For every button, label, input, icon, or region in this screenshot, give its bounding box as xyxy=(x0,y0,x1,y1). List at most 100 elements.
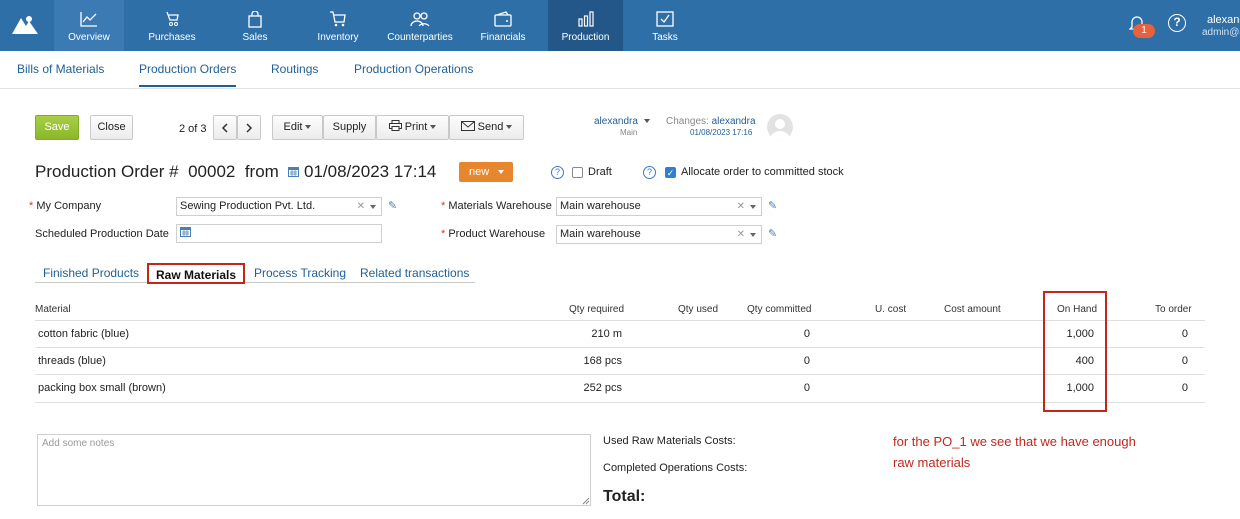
checkbox-icon xyxy=(630,0,700,32)
tab-finished-products[interactable]: Finished Products xyxy=(43,266,139,280)
divider xyxy=(35,347,1205,348)
print-menu-button[interactable]: Print xyxy=(376,115,449,140)
cart-icon xyxy=(303,0,373,32)
printer-icon xyxy=(388,120,402,131)
page-title: Production Order # 00002 from 01/08/2023… xyxy=(35,162,436,182)
nav-inventory[interactable]: Inventory xyxy=(303,0,373,51)
column-header-qty-committed[interactable]: Qty committed xyxy=(747,304,811,315)
my-company-label: * My Company xyxy=(29,200,102,212)
nav-label: Counterparties xyxy=(387,32,453,43)
wallet-icon xyxy=(468,0,538,32)
column-header-qty-required[interactable]: Qty required xyxy=(569,304,624,315)
pencil-icon[interactable]: ✎ xyxy=(768,199,777,212)
qty-required-cell: 252 pcs xyxy=(583,382,622,394)
nav-label: Financials xyxy=(480,32,526,43)
qty-required-cell: 210 m xyxy=(591,328,622,340)
column-header-cost-amount[interactable]: Cost amount xyxy=(944,304,1001,315)
completed-costs-label: Completed Operations Costs: xyxy=(603,462,748,474)
annotation-line-2: raw materials xyxy=(893,455,971,470)
next-button[interactable] xyxy=(237,115,261,140)
title-from: from xyxy=(244,162,279,181)
column-header-material[interactable]: Material xyxy=(35,304,71,315)
changes-date: 01/08/2023 17:16 xyxy=(690,128,753,137)
nav-overview[interactable]: Overview xyxy=(54,0,124,51)
close-button[interactable]: Close xyxy=(90,115,133,140)
materials-warehouse-select[interactable]: Main warehouse ✕ xyxy=(556,197,762,216)
send-label: Send xyxy=(477,121,504,133)
notes-textarea[interactable] xyxy=(37,434,591,506)
scheduled-date-input[interactable] xyxy=(176,224,382,243)
owner-selector[interactable]: alexandra xyxy=(594,116,650,127)
product-warehouse-select[interactable]: Main warehouse ✕ xyxy=(556,225,762,244)
user-email: admin@a xyxy=(1202,27,1240,38)
order-number[interactable]: 00002 xyxy=(188,162,235,181)
shopping-bag-icon xyxy=(137,0,207,32)
order-date[interactable]: 01/08/2023 17:14 xyxy=(304,162,436,181)
nav-label: Sales xyxy=(242,32,268,43)
resize-handle-icon[interactable] xyxy=(582,497,590,505)
subnav-routings[interactable]: Routings xyxy=(271,62,318,76)
nav-production[interactable]: Production xyxy=(548,0,623,51)
chevron-down-icon[interactable] xyxy=(750,205,756,209)
used-costs-label: Used Raw Materials Costs: xyxy=(603,435,736,447)
clear-icon[interactable]: ✕ xyxy=(737,226,745,243)
nav-purchases[interactable]: Purchases xyxy=(137,0,207,51)
draft-checkbox[interactable] xyxy=(572,167,583,178)
subnav-bills-of-materials[interactable]: Bills of Materials xyxy=(17,62,104,76)
help-circle-icon[interactable]: ? xyxy=(643,166,656,179)
chevron-down-icon[interactable] xyxy=(750,233,756,237)
chevron-down-icon[interactable] xyxy=(370,205,376,209)
material-cell: threads (blue) xyxy=(38,355,106,367)
tab-related-transactions[interactable]: Related transactions xyxy=(360,266,469,280)
envelope-icon xyxy=(460,121,475,131)
chevron-down-icon xyxy=(643,119,650,124)
clear-icon[interactable]: ✕ xyxy=(357,198,365,215)
my-company-select[interactable]: Sewing Production Pvt. Ltd. ✕ xyxy=(176,197,382,216)
app-logo-icon[interactable] xyxy=(10,12,40,38)
chevron-left-icon xyxy=(221,123,228,133)
send-menu-button[interactable]: Send xyxy=(449,115,524,140)
save-button[interactable]: Save xyxy=(35,115,79,140)
column-header-unit-cost[interactable]: U. cost xyxy=(875,304,906,315)
allocate-label: Allocate order to committed stock xyxy=(681,166,844,178)
subnav-production-orders[interactable]: Production Orders xyxy=(139,62,237,87)
tab-process-tracking[interactable]: Process Tracking xyxy=(254,266,346,280)
nav-label: Purchases xyxy=(148,32,196,43)
calendar-icon[interactable] xyxy=(180,226,191,237)
pencil-icon[interactable]: ✎ xyxy=(768,227,777,240)
divider xyxy=(35,320,1205,321)
bag-icon xyxy=(220,0,290,32)
nav-financials[interactable]: Financials xyxy=(468,0,538,51)
chevron-right-icon xyxy=(246,123,253,133)
qty-committed-cell: 0 xyxy=(803,382,810,394)
nav-sales[interactable]: Sales xyxy=(220,0,290,51)
pencil-icon[interactable]: ✎ xyxy=(388,199,397,212)
notification-badge: 1 xyxy=(1133,24,1155,38)
help-icon[interactable]: ? xyxy=(1168,14,1186,32)
divider xyxy=(35,374,1205,375)
product-warehouse-value: Main warehouse xyxy=(560,228,641,240)
edit-menu-button[interactable]: Edit xyxy=(272,115,323,140)
changes-user[interactable]: alexandra xyxy=(712,116,756,127)
qty-committed-cell: 0 xyxy=(803,355,810,367)
owner-group: Main xyxy=(620,128,638,137)
materials-warehouse-label-text: Materials Warehouse xyxy=(448,200,552,212)
allocate-checkbox[interactable]: ✓ xyxy=(665,167,676,178)
nav-counterparties[interactable]: Counterparties xyxy=(383,0,457,51)
material-cell: cotton fabric (blue) xyxy=(38,328,130,340)
subnav-production-operations[interactable]: Production Operations xyxy=(354,62,473,76)
clear-icon[interactable]: ✕ xyxy=(737,198,745,215)
nav-label: Tasks xyxy=(652,32,678,43)
draft-label: Draft xyxy=(588,166,612,178)
nav-tasks[interactable]: Tasks xyxy=(630,0,700,51)
chevron-down-icon xyxy=(305,125,312,130)
previous-button[interactable] xyxy=(213,115,237,140)
divider xyxy=(35,402,1205,403)
supply-button[interactable]: Supply xyxy=(323,115,376,140)
column-header-qty-used[interactable]: Qty used xyxy=(678,304,718,315)
owner-name: alexandra xyxy=(594,116,638,127)
help-circle-icon[interactable]: ? xyxy=(551,166,564,179)
status-dropdown[interactable]: new xyxy=(459,162,513,182)
user-name[interactable]: alexandra xyxy=(1207,14,1240,26)
column-header-to-order[interactable]: To order xyxy=(1155,304,1192,315)
